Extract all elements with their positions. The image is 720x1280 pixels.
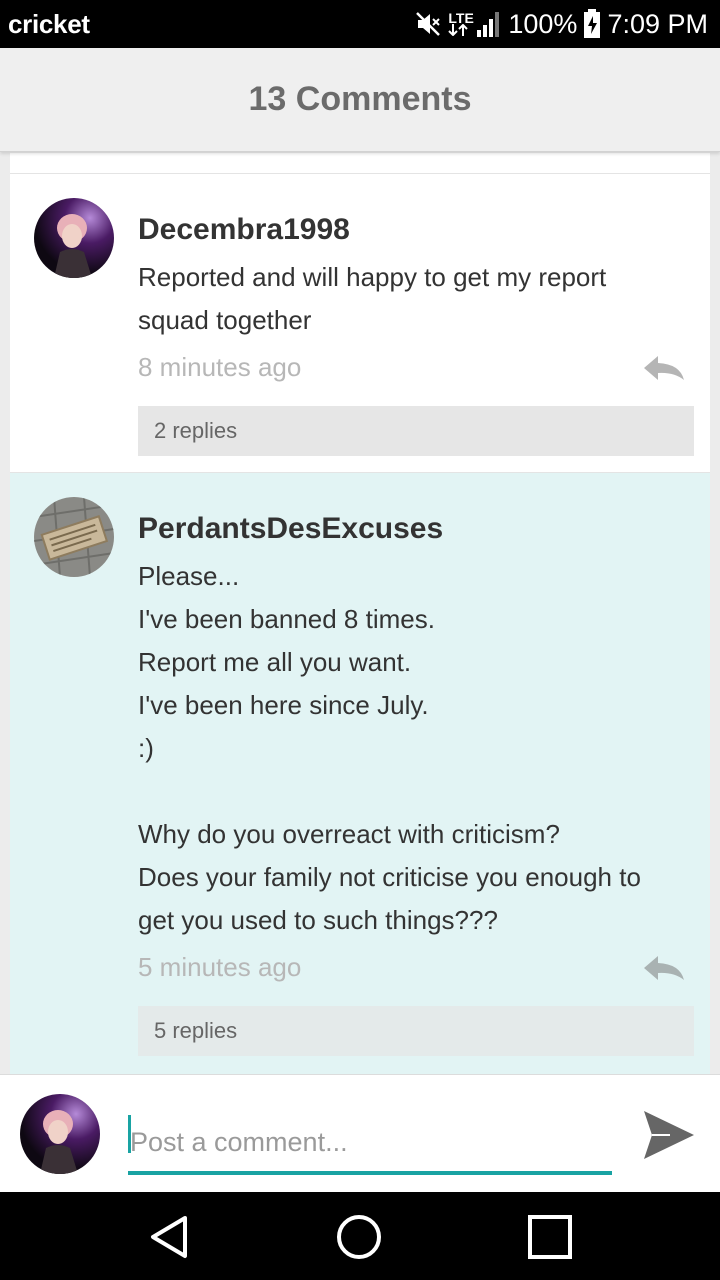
comment-meta: 8 minutes ago xyxy=(138,346,694,396)
comment-line: squad together xyxy=(138,305,312,335)
comment-username[interactable]: Decembra1998 xyxy=(138,212,694,248)
comment-line: Report me all you want. xyxy=(138,647,412,677)
comment-body: PerdantsDesExcuses Please... I've been b… xyxy=(138,511,694,1056)
comment-line: Please... xyxy=(138,561,240,591)
replies-button[interactable]: 2 replies xyxy=(138,406,694,456)
list-divider xyxy=(10,153,710,174)
comment-line: get you used to such things??? xyxy=(138,905,498,935)
reply-icon[interactable] xyxy=(642,954,686,984)
comment-line: Reported and will happy to get my report xyxy=(138,262,607,292)
avatar[interactable] xyxy=(34,497,114,577)
send-icon[interactable] xyxy=(640,1107,696,1163)
back-icon[interactable] xyxy=(145,1212,195,1262)
mute-icon xyxy=(414,10,442,38)
comment-line: Does your family not criticise you enoug… xyxy=(138,862,641,892)
comment-input[interactable] xyxy=(128,1113,612,1175)
battery-icon xyxy=(583,9,601,39)
status-icons: LTE 100% 7:09 PM xyxy=(414,6,708,42)
clock: 7:09 PM xyxy=(607,8,708,39)
comment-line: :) xyxy=(138,733,154,763)
comment-timestamp: 5 minutes ago xyxy=(138,952,302,982)
comment-text: Please... I've been banned 8 times. Repo… xyxy=(138,555,694,942)
comments-header: 13 Comments xyxy=(0,48,720,152)
comment-line: Why do you overreact with criticism? xyxy=(138,819,560,849)
network-label: LTE xyxy=(448,10,474,26)
comment-timestamp: 8 minutes ago xyxy=(138,352,302,382)
comment-item: PerdantsDesExcuses Please... I've been b… xyxy=(10,473,710,1074)
lte-indicator: LTE xyxy=(448,10,474,36)
recent-apps-icon[interactable] xyxy=(525,1212,575,1262)
comment-list[interactable]: Decembra1998 Reported and will happy to … xyxy=(10,153,710,1074)
replies-button[interactable]: 5 replies xyxy=(138,1006,694,1056)
comment-line: I've been banned 8 times. xyxy=(138,604,435,634)
navigation-bar xyxy=(0,1192,720,1280)
carrier-name: cricket xyxy=(8,9,90,39)
comment-body: Decembra1998 Reported and will happy to … xyxy=(138,212,694,456)
avatar[interactable] xyxy=(34,198,114,278)
avatar xyxy=(20,1094,100,1174)
home-icon[interactable] xyxy=(334,1212,384,1262)
status-bar: cricket LTE 100% 7:09 PM xyxy=(0,0,720,48)
comment-item: Decembra1998 Reported and will happy to … xyxy=(10,174,710,473)
comment-username[interactable]: PerdantsDesExcuses xyxy=(138,511,694,547)
signal-icon xyxy=(476,10,502,38)
comment-line: I've been here since July. xyxy=(138,690,429,720)
reply-icon[interactable] xyxy=(642,354,686,384)
page-title: 13 Comments xyxy=(248,80,472,118)
battery-percent: 100% xyxy=(508,8,578,39)
comment-meta: 5 minutes ago xyxy=(138,946,694,996)
text-cursor xyxy=(128,1115,131,1153)
comment-composer xyxy=(0,1074,720,1192)
comment-line xyxy=(138,770,694,813)
comment-text: Reported and will happy to get my report… xyxy=(138,256,694,342)
